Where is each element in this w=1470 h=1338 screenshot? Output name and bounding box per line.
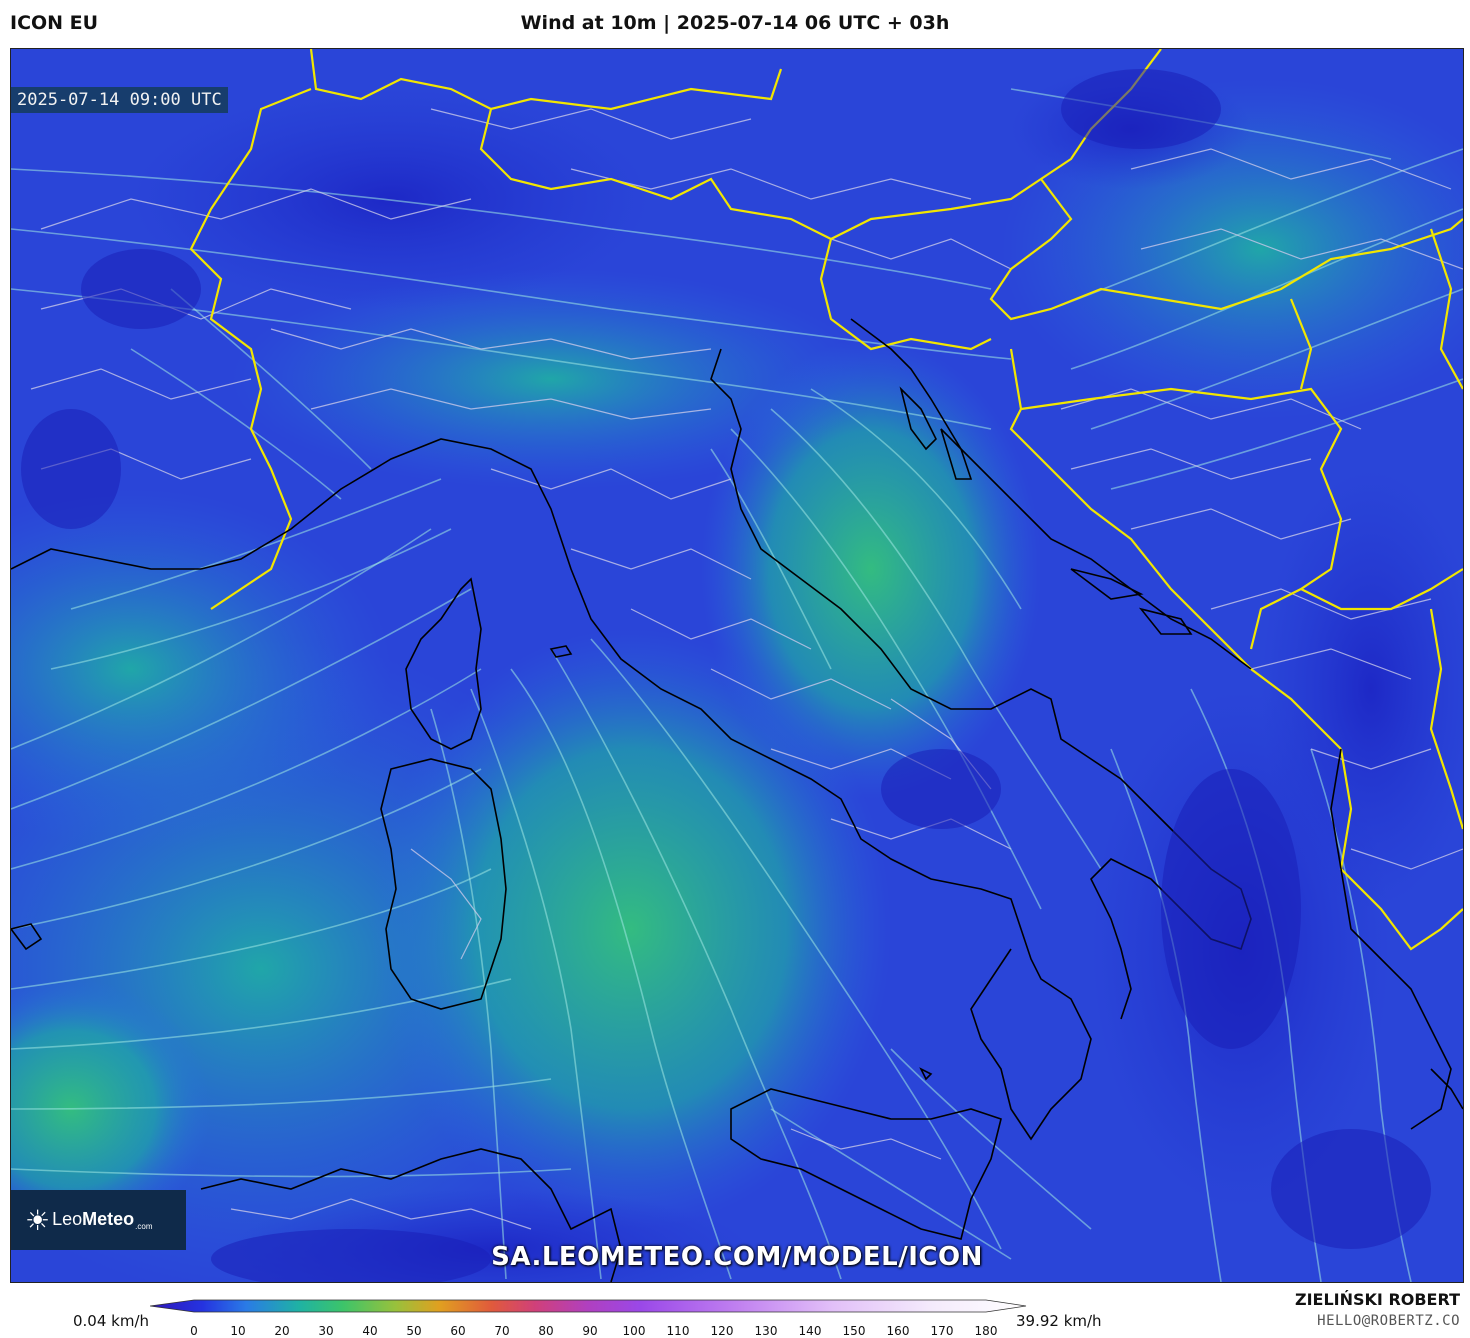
colorbar-tick-label: 150 — [842, 1324, 866, 1338]
colorbar-tick-label: 110 — [666, 1324, 690, 1338]
wind-field-canvas — [11, 49, 1463, 1282]
colorbar-tick-label: 20 — [274, 1324, 290, 1338]
colorbar-tick-label: 100 — [622, 1324, 646, 1338]
author-email[interactable]: HELLO@ROBERTZ.CO — [1317, 1313, 1460, 1329]
colorbar-tick-label: 160 — [886, 1324, 910, 1338]
chart-title: Wind at 10m | 2025-07-14 06 UTC + 03h — [520, 12, 950, 34]
colorbar-tick-label: 40 — [362, 1324, 378, 1338]
colorbar-tick-label: 130 — [754, 1324, 778, 1338]
colorbar-tick-label: 140 — [798, 1324, 822, 1338]
colorbar: 0.04 km/h 0 10 20 30 40 50 60 70 80 90 1… — [0, 1290, 1470, 1338]
colorbar-tick-label: 170 — [930, 1324, 954, 1338]
colorbar-max-label: 39.92 km/h — [1016, 1312, 1102, 1330]
valid-time-badge: 2025-07-14 09:00 UTC — [11, 87, 228, 113]
colorbar-tick-label: 50 — [406, 1324, 422, 1338]
wind-map[interactable]: 2025-07-14 09:00 UTC ☀ LeoMeteo.com SA.L… — [10, 48, 1464, 1283]
site-url[interactable]: SA.LEOMETEO.COM/MODEL/ICON — [11, 1242, 1463, 1272]
colorbar-tick-label: 80 — [538, 1324, 554, 1338]
colorbar-gradient — [150, 1299, 1027, 1313]
colorbar-tick-label: 10 — [230, 1324, 246, 1338]
colorbar-tick-label: 70 — [494, 1324, 510, 1338]
leometeo-logo[interactable]: ☀ LeoMeteo.com — [11, 1190, 186, 1250]
logo-text: LeoMeteo.com — [52, 1209, 153, 1231]
author-credit: ZIELIŃSKI ROBERT — [1294, 1290, 1460, 1309]
colorbar-tick-label: 0 — [190, 1324, 198, 1338]
colorbar-tick-label: 180 — [974, 1324, 998, 1338]
colorbar-tick-label: 120 — [710, 1324, 734, 1338]
colorbar-min-label: 0.04 km/h — [73, 1312, 150, 1330]
colorbar-tick-label: 30 — [318, 1324, 334, 1338]
colorbar-tick-label: 60 — [450, 1324, 466, 1338]
sun-icon: ☀ — [25, 1203, 51, 1237]
colorbar-tick-label: 90 — [582, 1324, 598, 1338]
